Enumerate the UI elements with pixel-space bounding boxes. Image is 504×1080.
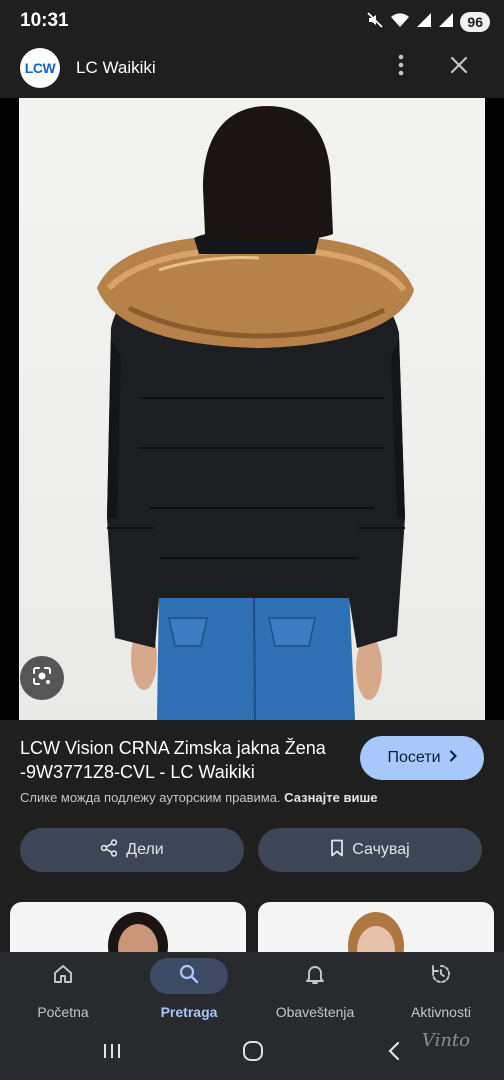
home-icon [52,963,74,990]
nav-pill [24,958,102,994]
site-name: LC Waikiki [76,58,156,77]
back-icon [387,1041,401,1066]
status-bar: 10:31 96 [0,0,504,44]
product-image[interactable] [19,98,485,720]
more-options-button[interactable] [386,52,416,82]
image-viewer [0,98,504,720]
back-button[interactable] [374,1038,414,1068]
visit-label: Посети [387,749,441,766]
site-logo: LCW [20,48,60,88]
copyright-notice: Слике можда подлежу ауторским правима. С… [20,790,378,805]
nav-label: Obaveštenja [275,1004,355,1020]
visit-button[interactable]: Посети [360,736,484,780]
nav-item-notifications[interactable]: Obaveštenja [252,952,378,1028]
nav-pill [150,958,228,994]
copyright-text: Слике можда подлежу ауторским правима. [20,790,285,805]
nav-item-search[interactable]: Pretraga [126,952,252,1028]
signal-icon [416,12,432,33]
history-icon [430,963,452,990]
share-icon [100,838,118,862]
recents-button[interactable] [92,1038,132,1068]
wifi-icon [390,12,410,33]
bell-icon [304,963,326,990]
home-button[interactable] [233,1038,273,1068]
mute-icon [366,11,384,34]
more-vert-icon [398,54,404,81]
nav-label: Početna [37,1004,89,1020]
nav-item-activity[interactable]: Aktivnosti [378,952,504,1028]
watermark: Vinto [421,1030,470,1051]
search-icon [178,963,200,990]
app-header: LCW LC Waikiki [0,44,504,98]
nav-pill [276,958,354,994]
battery-indicator: 96 [460,12,490,32]
share-label: Дели [126,841,164,858]
save-button[interactable]: Сачувај [258,828,482,872]
recents-icon [102,1042,122,1065]
home-circle-icon [242,1040,264,1067]
close-button[interactable] [444,52,474,82]
status-time: 10:31 [20,10,69,31]
chevron-right-icon [449,749,457,767]
signal-icon [438,12,454,33]
bookmark-icon [330,839,344,862]
nav-item-home[interactable]: Početna [0,952,126,1028]
lens-icon [31,665,53,692]
share-button[interactable]: Дели [20,828,244,872]
save-label: Сачувај [352,841,410,858]
nav-label: Aktivnosti [411,1004,471,1020]
nav-pill [402,958,480,994]
nav-label: Pretraga [160,1004,218,1020]
result-title[interactable]: LCW Vision CRNA Zimska jakna Žena -9W377… [20,736,350,784]
result-info-panel: LCW Vision CRNA Zimska jakna Žena -9W377… [0,720,504,962]
status-icons: 96 [366,11,490,33]
bottom-navigation: Početna Pretraga Obaveštenja Aktivnosti [0,952,504,1028]
close-icon [450,56,468,79]
system-navigation-bar: Vinto [0,1028,504,1080]
learn-more-link[interactable]: Сазнајте више [284,790,377,805]
google-lens-button[interactable] [20,656,64,700]
